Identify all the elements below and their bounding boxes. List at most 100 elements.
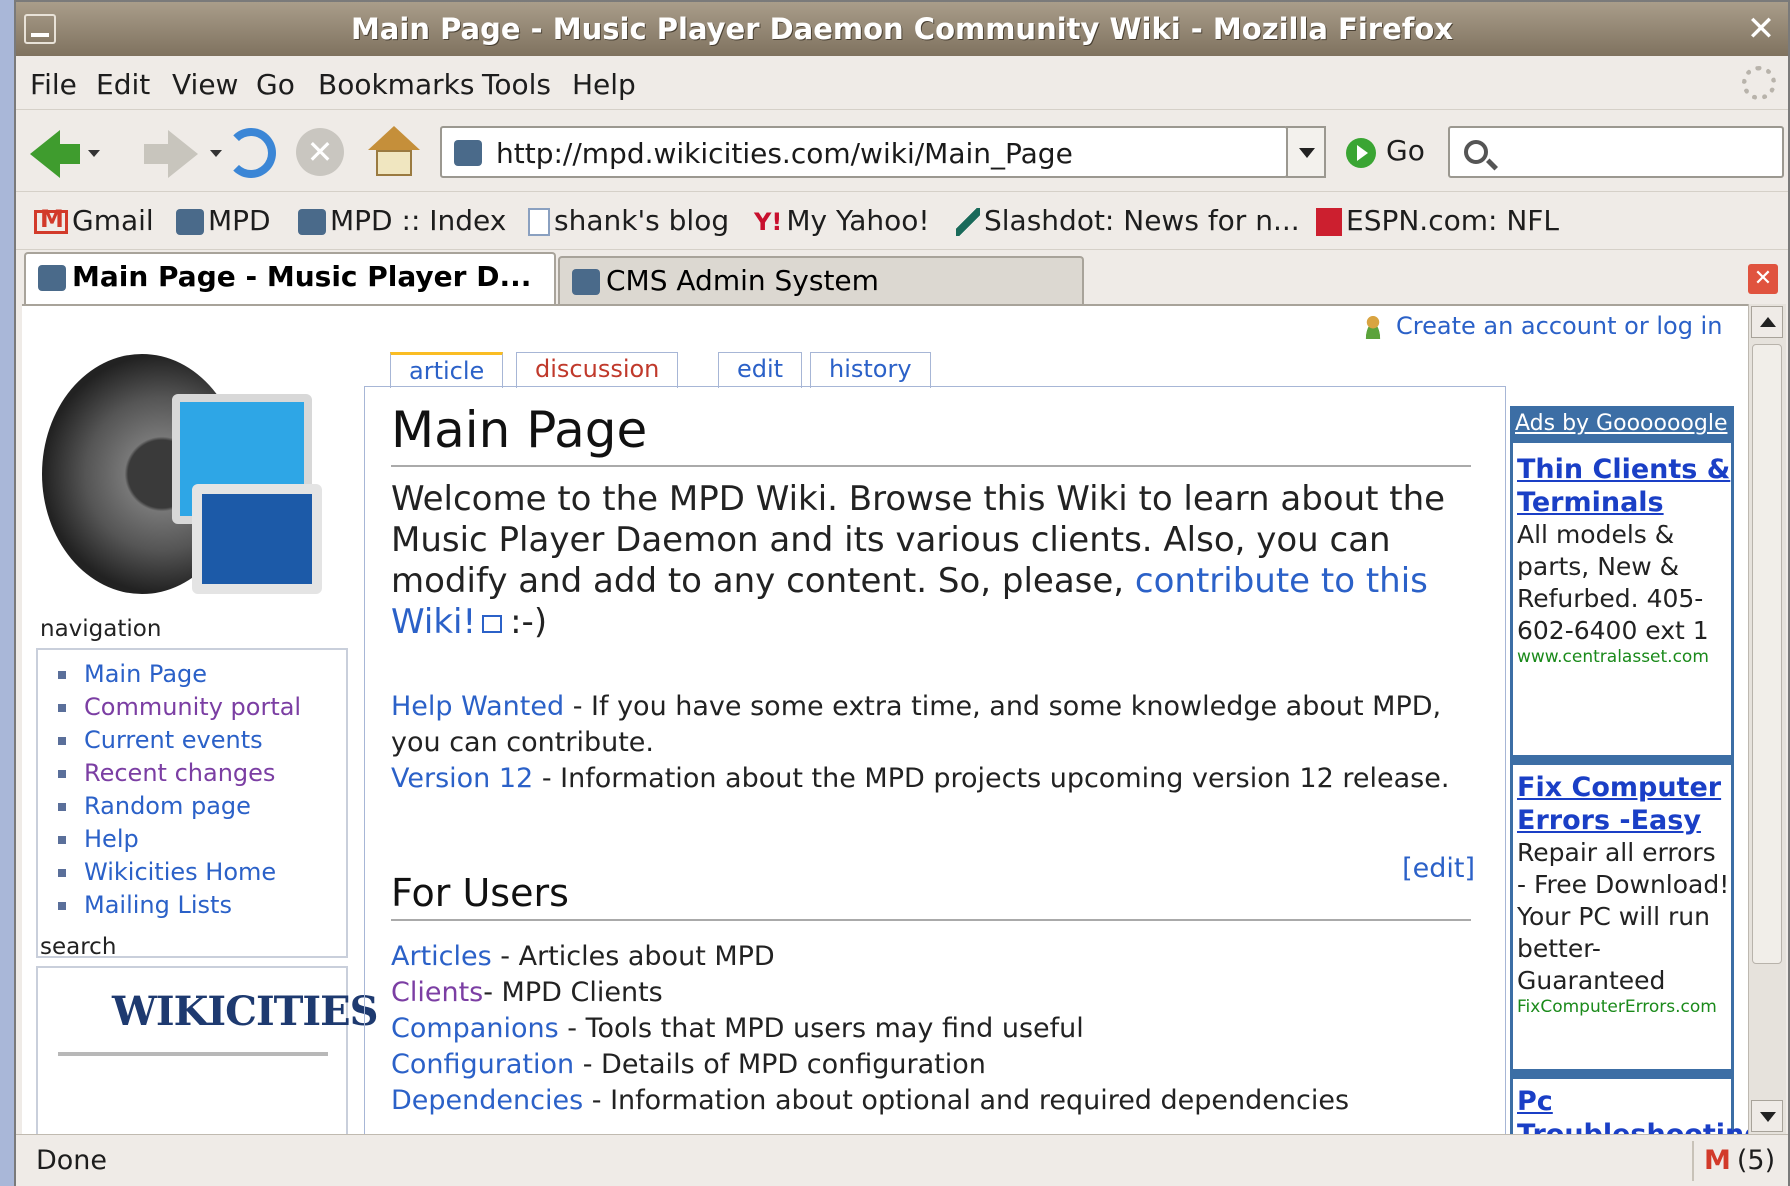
go-button-label[interactable]: Go — [1386, 134, 1425, 167]
nav-current-events[interactable]: Current events — [58, 724, 301, 757]
wiki-favicon-icon — [38, 265, 66, 291]
bookmarks-toolbar: Gmail MPD MPD :: Index shank's blog Y!My… — [16, 194, 1788, 250]
nav-main-page[interactable]: Main Page — [58, 658, 301, 691]
tab-bar: Main Page - Music Player D... CMS Admin … — [16, 252, 1788, 304]
configuration-link[interactable]: Configuration — [391, 1049, 574, 1080]
status-separator — [1692, 1141, 1694, 1181]
bookmark-mpd[interactable]: MPD — [176, 204, 271, 237]
vertical-scrollbar[interactable] — [1748, 304, 1786, 1134]
nav-random-page[interactable]: Random page — [58, 790, 301, 823]
url-bar[interactable]: http://mpd.wikicities.com/wiki/Main_Page — [440, 126, 1326, 178]
gmail-notifier[interactable]: M (5) — [1704, 1145, 1775, 1176]
home-icon[interactable] — [368, 126, 420, 178]
list-item: Clients- MPD Clients — [391, 977, 663, 1008]
google-ads-panel: Ads by Goooooogle Thin Clients & Termina… — [1510, 406, 1748, 1134]
page-content: Create an account or log in navigation M… — [22, 304, 1748, 1134]
bookmark-mpd-index[interactable]: MPD :: Index — [298, 204, 506, 237]
stop-icon[interactable]: ✕ — [296, 128, 344, 176]
search-field[interactable] — [58, 1052, 328, 1056]
companions-link[interactable]: Companions — [391, 1013, 559, 1044]
menu-edit[interactable]: Edit — [96, 68, 150, 101]
section-heading-for-users: For Users — [391, 871, 569, 915]
tab-main-page[interactable]: Main Page - Music Player D... — [24, 252, 556, 304]
search-input[interactable] — [1448, 126, 1784, 178]
edit-section-link[interactable]: [edit] — [1402, 853, 1475, 884]
close-tab-icon[interactable]: ✕ — [1748, 264, 1778, 294]
url-text[interactable]: http://mpd.wikicities.com/wiki/Main_Page — [496, 137, 1073, 170]
bookmark-slashdot[interactable]: Slashdot: News for n... — [956, 204, 1300, 237]
bookmark-gmail[interactable]: Gmail — [34, 204, 154, 237]
menu-view[interactable]: View — [172, 68, 238, 101]
close-window-button[interactable]: ✕ — [1742, 10, 1780, 48]
nav-recent-changes[interactable]: Recent changes — [58, 757, 301, 790]
url-history-dropdown[interactable] — [1286, 126, 1326, 178]
ad-title[interactable]: Thin Clients & Terminals — [1517, 453, 1731, 519]
wiki-favicon-icon — [572, 269, 600, 295]
nav-community-portal[interactable]: Community portal — [58, 691, 301, 724]
scroll-up-button[interactable] — [1751, 306, 1783, 338]
tab-discussion[interactable]: discussion — [516, 352, 679, 388]
go-icon[interactable] — [1346, 138, 1376, 168]
forward-history-dropdown[interactable] — [210, 150, 222, 157]
navigation-toolbar: ✕ http://mpd.wikicities.com/wiki/Main_Pa… — [16, 112, 1788, 192]
ads-header: Ads by Goooooogle — [1513, 409, 1731, 443]
help-wanted-line-2: you can contribute. — [391, 727, 654, 758]
article-body: Main Page Welcome to the MPD Wiki. Brows… — [364, 386, 1506, 1134]
tab-edit[interactable]: edit — [718, 352, 803, 388]
slashdot-icon — [956, 208, 980, 236]
ad-thin-clients[interactable]: Thin Clients & Terminals All models & pa… — [1517, 453, 1731, 667]
ad-separator — [1513, 755, 1731, 765]
version12-line: Version 12 - Information about the MPD p… — [391, 763, 1450, 794]
gmail-icon: M — [1704, 1145, 1731, 1176]
ad-url[interactable]: www.centralasset.com — [1517, 647, 1731, 667]
status-bar: Done M (5) — [16, 1134, 1788, 1186]
ad-fix-computer[interactable]: Fix Computer Errors -Easy Repair all err… — [1517, 771, 1731, 1017]
navigation-heading: navigation — [40, 616, 162, 642]
create-account-link[interactable]: Create an account or log in — [1362, 312, 1722, 340]
reload-icon[interactable] — [226, 128, 276, 178]
menu-bookmarks[interactable]: Bookmarks — [318, 68, 474, 101]
ad-title[interactable]: Fix Computer Errors -Easy — [1517, 771, 1731, 837]
bookmark-my-yahoo[interactable]: Y! My Yahoo! — [754, 204, 930, 237]
bookmark-shanks-blog[interactable]: shank's blog — [528, 204, 729, 237]
tab-cms-admin[interactable]: CMS Admin System — [558, 256, 1084, 304]
nav-wikicities-home[interactable]: Wikicities Home — [58, 856, 301, 889]
nav-mailing-lists[interactable]: Mailing Lists — [58, 889, 301, 922]
site-favicon-icon — [454, 140, 482, 166]
page-icon — [528, 208, 550, 236]
clients-link[interactable]: Clients — [391, 977, 483, 1008]
menu-file[interactable]: File — [30, 68, 77, 101]
status-text: Done — [36, 1145, 108, 1176]
scroll-thumb[interactable] — [1752, 344, 1782, 964]
bookmark-espn[interactable]: ESPN.com: NFL — [1316, 204, 1559, 237]
search-portlet: WIKICITIES — [36, 966, 379, 1134]
list-item: Configuration - Details of MPD configura… — [391, 1049, 986, 1080]
version12-link[interactable]: Version 12 — [391, 763, 533, 794]
list-item: Articles - Articles about MPD — [391, 941, 775, 972]
tab-article[interactable]: article — [390, 352, 504, 388]
menu-go[interactable]: Go — [256, 68, 295, 101]
ad-body: Repair all errors - Free Download! Your … — [1517, 838, 1730, 995]
dependencies-link[interactable]: Dependencies — [391, 1085, 583, 1116]
articles-link[interactable]: Articles — [391, 941, 492, 972]
help-wanted-link[interactable]: Help Wanted — [391, 691, 564, 722]
section-divider — [391, 919, 1471, 921]
espn-icon — [1316, 208, 1342, 236]
forward-arrow-icon — [168, 130, 198, 178]
search-icon — [1464, 140, 1488, 164]
tab-history[interactable]: history — [810, 352, 931, 388]
mpd-logo[interactable] — [42, 354, 342, 604]
menu-tools[interactable]: Tools — [482, 68, 551, 101]
ad-separator — [1513, 1069, 1731, 1079]
ad-pc-troubleshooting[interactable]: Pc Troubleshooting — [1517, 1085, 1748, 1134]
ad-title[interactable]: Pc Troubleshooting — [1517, 1085, 1748, 1134]
wikicities-logo[interactable]: WIKICITIES — [112, 988, 379, 1035]
ads-by-google-link[interactable]: Ads by Goooooogle — [1515, 411, 1727, 436]
scroll-down-button[interactable] — [1751, 1100, 1783, 1132]
nav-help[interactable]: Help — [58, 823, 301, 856]
ad-url[interactable]: FixComputerErrors.com — [1517, 997, 1731, 1017]
back-history-dropdown[interactable] — [88, 150, 100, 157]
menu-help[interactable]: Help — [572, 68, 636, 101]
gmail-icon — [34, 205, 68, 234]
title-divider — [391, 465, 1471, 467]
